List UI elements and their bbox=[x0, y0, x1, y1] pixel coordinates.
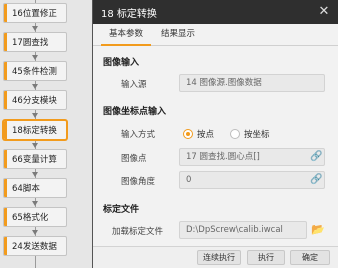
calibration-dialog: 18 标定转换 ✕ 基本参数 结果显示 图像输入 输入源 14 图像源.图像数据… bbox=[92, 0, 338, 268]
image-point-value: 17 圆查找.圆心点[] bbox=[186, 152, 260, 162]
run-button[interactable]: 执行 bbox=[247, 250, 285, 265]
radio-by-coord-label[interactable]: 按坐标 bbox=[244, 128, 270, 140]
link-icon[interactable]: 🔗 bbox=[310, 174, 322, 186]
flow-node[interactable]: 65格式化 bbox=[3, 207, 67, 227]
radio-by-point-label[interactable]: 按点 bbox=[197, 128, 214, 140]
continuous-run-button[interactable]: 连续执行 bbox=[197, 250, 241, 265]
folder-icon[interactable]: 📂 bbox=[311, 224, 325, 236]
flow-arrow bbox=[32, 84, 38, 89]
flow-node[interactable]: 16位置修正 bbox=[3, 3, 67, 23]
flow-arrow bbox=[32, 143, 38, 148]
flow-node[interactable]: 46分支模块 bbox=[3, 90, 67, 110]
input-source-label: 输入源 bbox=[121, 80, 147, 90]
calib-file-label: 加载标定文件 bbox=[112, 227, 164, 237]
flow-arrow bbox=[32, 55, 38, 60]
tab-basic-params[interactable]: 基本参数 bbox=[101, 24, 152, 46]
input-mode-label: 输入方式 bbox=[121, 130, 156, 140]
tab-result-display[interactable]: 结果显示 bbox=[153, 24, 203, 46]
flow-arrow bbox=[32, 26, 38, 31]
input-source-select[interactable]: 14 图像源.图像数据 bbox=[179, 74, 325, 92]
radio-by-coord[interactable] bbox=[230, 129, 240, 139]
tab-bar: 基本参数 结果显示 bbox=[93, 24, 338, 46]
flow-arrow bbox=[32, 230, 38, 235]
flow-node[interactable]: 45条件检测 bbox=[3, 61, 67, 81]
close-icon[interactable]: ✕ bbox=[316, 4, 332, 20]
flow-arrow bbox=[32, 113, 38, 118]
flow-node-selected[interactable]: 18标定转换 bbox=[3, 120, 67, 140]
dialog-footer: 连续执行 执行 确定 bbox=[93, 246, 338, 268]
flow-canvas: 16位置修正 17圆查找 45条件检测 46分支模块 18标定转换 66变量计算… bbox=[0, 0, 92, 268]
section-image-input: 图像输入 bbox=[103, 58, 140, 68]
calib-file-path[interactable]: D:\DpScrew\calib.iwcal bbox=[179, 221, 307, 239]
flow-node[interactable]: 24发送数据 bbox=[3, 236, 67, 256]
calib-file-value: D:\DpScrew\calib.iwcal bbox=[186, 225, 283, 235]
radio-by-point[interactable] bbox=[183, 129, 193, 139]
image-point-field[interactable]: 17 圆查找.圆心点[] bbox=[179, 148, 325, 166]
dialog-titlebar[interactable]: 18 标定转换 ✕ bbox=[93, 0, 338, 24]
image-angle-value: 0 bbox=[186, 175, 192, 185]
flow-node[interactable]: 17圆查找 bbox=[3, 32, 67, 52]
section-calib-file: 标定文件 bbox=[103, 205, 140, 215]
flow-node[interactable]: 66变量计算 bbox=[3, 149, 67, 169]
image-angle-label: 图像角度 bbox=[121, 177, 156, 187]
flow-node[interactable]: 64脚本 bbox=[3, 178, 67, 198]
dialog-title: 18 标定转换 bbox=[101, 8, 157, 20]
input-source-value: 14 图像源.图像数据 bbox=[186, 78, 262, 88]
section-coord-input: 图像坐标点输入 bbox=[103, 107, 167, 117]
flow-arrow bbox=[32, 172, 38, 177]
image-point-label: 图像点 bbox=[121, 154, 147, 164]
link-icon[interactable]: 🔗 bbox=[310, 151, 322, 163]
image-angle-field[interactable]: 0 bbox=[179, 171, 325, 189]
flow-arrow bbox=[32, 201, 38, 206]
ok-button[interactable]: 确定 bbox=[290, 250, 330, 265]
